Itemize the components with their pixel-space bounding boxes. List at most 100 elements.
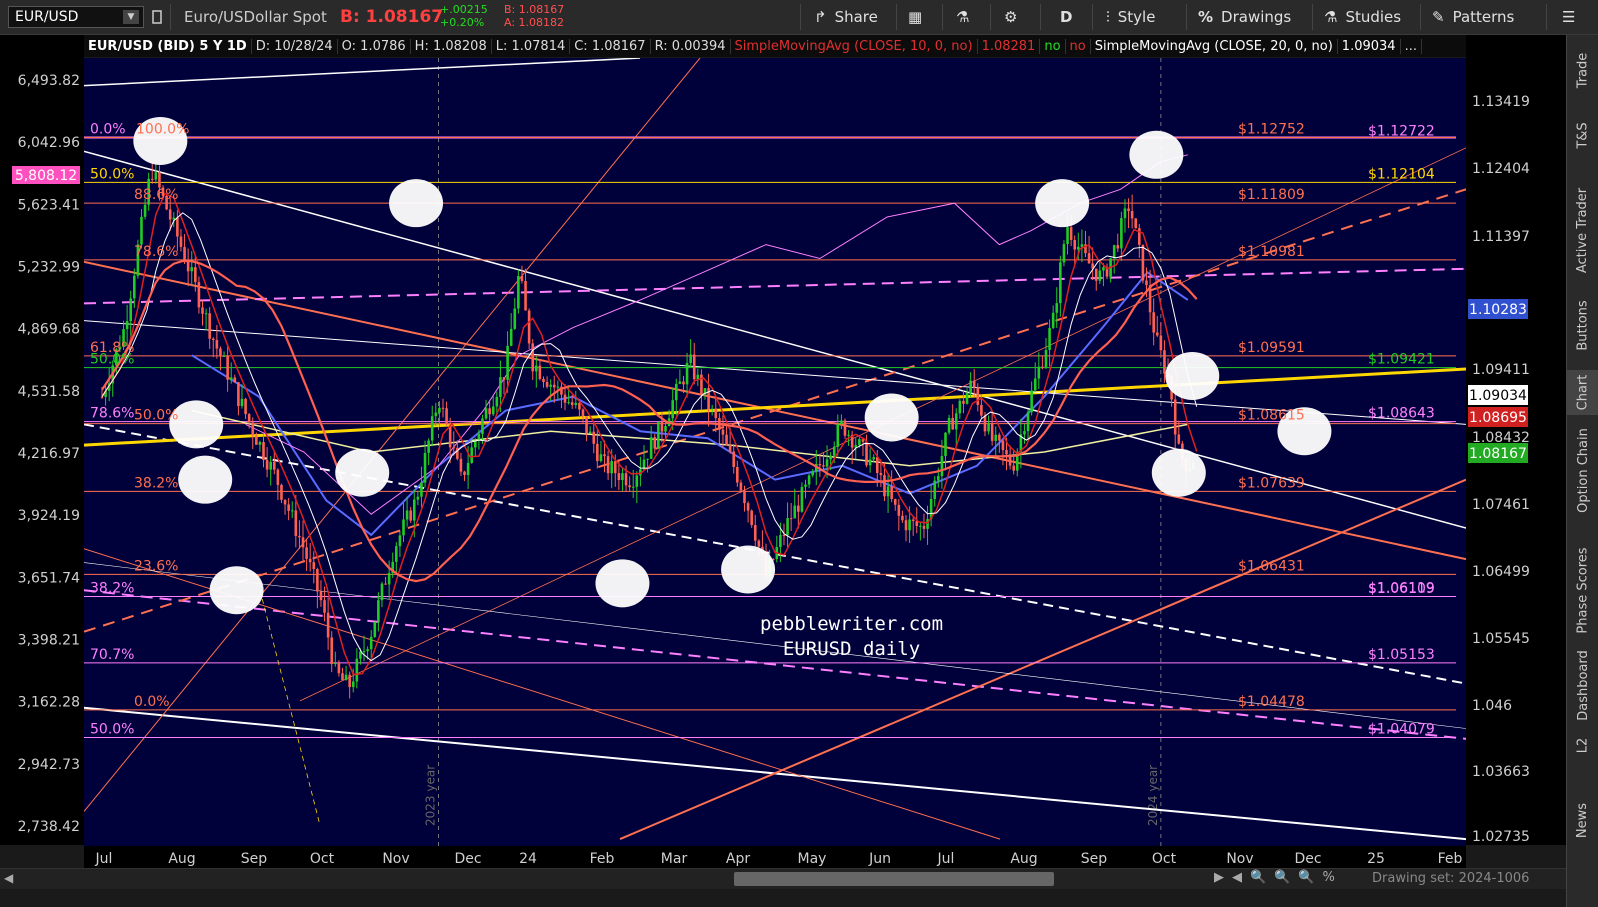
candle-body [190,267,194,272]
candle-body [800,486,804,512]
candle-body [901,515,904,521]
candle-body [714,408,718,419]
side-tab-option-chain[interactable]: Option Chain [1567,420,1598,520]
candle-body [154,172,158,180]
candle-body [603,454,606,457]
price-chart[interactable]: 2023 year 2024 year 0.0% 100.0%50.0%88.6%7… [0,0,1598,906]
candle-body [1141,244,1145,281]
candle-body [341,673,344,680]
candle-body [606,456,610,474]
candle-body [423,452,427,483]
side-tab-l2[interactable]: L2 [1567,725,1598,765]
highlight-circle [389,179,444,228]
watermark-line1: pebblewriter.com [760,613,944,635]
x-axis-tick: May [798,851,827,867]
candle-body [1026,412,1030,432]
candle-body [502,377,506,380]
candle-body [269,461,272,470]
candle-body [858,439,861,446]
side-tab-dashboard[interactable]: Dashboard [1567,645,1598,725]
candle-body [463,471,466,476]
candle-body [886,486,890,497]
candle-body [585,416,588,434]
candle-body [596,443,599,462]
highlight-circle [209,566,264,615]
candle-body [954,413,958,430]
candle-body [965,393,969,404]
candle-body [477,433,481,441]
left-axis-tick: 6,042.96 [18,135,80,151]
candle-body [176,217,179,237]
candle-body [351,681,355,688]
candle-body [409,510,412,521]
side-tab-label: Phase Scores [1575,546,1591,634]
candle-body [581,409,585,417]
scroll-left-icon[interactable]: ◀ [4,871,13,885]
candle-body [990,423,994,441]
highlight-circle [595,559,650,608]
year-marker-label: 2023 year [424,765,438,826]
candle-body [133,275,136,299]
fib-level-label-right: $1.04079 [1368,721,1435,737]
side-tab-trade[interactable]: Trade [1567,40,1598,100]
candle-body [743,490,746,504]
candle-body [337,663,341,674]
highlight-circle [178,455,233,504]
side-tab-t-s[interactable]: T&S [1567,105,1598,165]
candle-body [692,354,696,380]
candle-body [592,431,596,444]
fib-level-label-left: 50.0% [90,721,134,737]
x-axis-tick: Nov [382,851,409,867]
fib-level-label-left: 0.0% [134,694,170,710]
candle-body [1059,262,1062,304]
candle-body [962,400,965,404]
watermark: pebblewriter.com EURUSD daily [760,612,943,662]
candle-body [290,510,294,512]
candle-body [158,172,161,188]
candle-body [441,407,445,409]
candle-body [682,381,685,385]
right-axis-tick: 1.09411 [1472,362,1530,378]
candle-body [373,621,377,637]
candle-body [710,408,714,410]
right-axis-tick: 1.12404 [1472,161,1530,177]
fib-level-label-right: $1.12722 [1368,124,1435,140]
candle-body [944,432,947,457]
candle-body [725,434,728,445]
candle-body [197,282,201,308]
candle-body [1152,312,1155,333]
fib-level-label-right: $1.12104 [1368,166,1435,182]
candle-body [552,384,556,388]
candle-body [387,573,391,585]
side-tab-chart[interactable]: Chart [1567,370,1598,415]
candle-body [631,486,635,488]
candle-body [240,398,244,407]
candle-body [721,429,725,435]
candle-body [1023,431,1026,435]
candle-body [983,415,987,432]
candle-body [797,505,800,512]
highlight-circle [864,393,919,442]
fib-level-label-left: 0.0% [90,121,126,137]
x-axis-tick: Mar [661,851,688,867]
side-tab-active-trader[interactable]: Active Trader [1567,175,1598,285]
candle-body [657,421,660,449]
scroll-thumb[interactable] [734,872,1054,886]
bottom-scrollbar[interactable]: ◀ ▶◀🔍🔍🔍% Drawing set: 2024-1006 [0,868,1566,889]
candle-body [384,583,387,585]
left-axis-tick: 4,216.97 [18,446,80,462]
candle-body [994,434,998,441]
candle-body [251,422,255,436]
candle-body [556,386,560,388]
candle-body [786,518,789,536]
candle-body [1062,244,1066,263]
side-tab-buttons[interactable]: Buttons [1567,290,1598,360]
candle-body [1116,245,1120,249]
side-tab-phase-scores[interactable]: Phase Scores [1567,545,1598,635]
candle-body [908,519,911,531]
candle-body [233,377,237,383]
candle-body [402,519,405,536]
x-axis-tick: Oct [1152,851,1177,867]
side-tab-news[interactable]: News [1567,795,1598,845]
zoom-controls[interactable]: ▶◀🔍🔍🔍% [1214,870,1343,885]
